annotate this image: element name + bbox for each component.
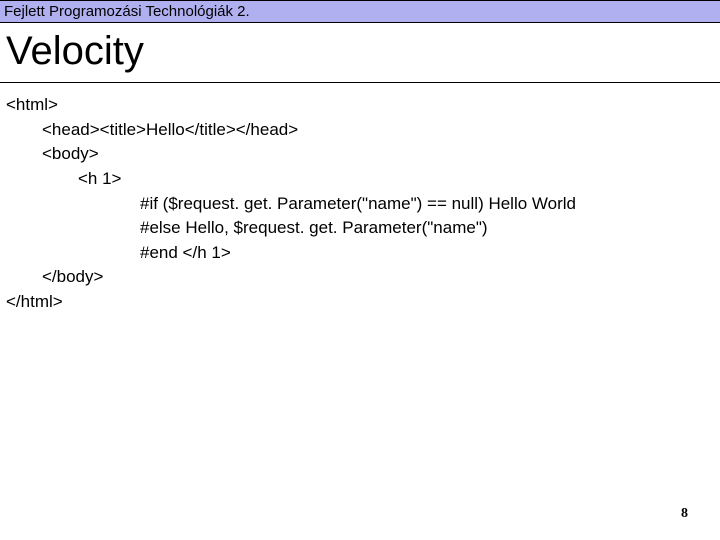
code-line: <h 1> — [6, 167, 714, 192]
code-block: <html> <head><title>Hello</title></head>… — [0, 93, 720, 315]
header-bar: Fejlett Programozási Technológiák 2. — [0, 0, 720, 23]
code-line: #if ($request. get. Parameter("name") ==… — [6, 192, 714, 217]
code-line: #else Hello, $request. get. Parameter("n… — [6, 216, 714, 241]
code-line: </html> — [6, 290, 714, 315]
code-line: <html> — [6, 93, 714, 118]
slide-title: Velocity — [0, 23, 720, 82]
page-number: 8 — [681, 506, 688, 522]
code-line: <body> — [6, 142, 714, 167]
code-line: <head><title>Hello</title></head> — [6, 118, 714, 143]
header-text: Fejlett Programozási Technológiák 2. — [4, 3, 250, 20]
code-line: </body> — [6, 265, 714, 290]
code-line: #end </h 1> — [6, 241, 714, 266]
title-divider — [0, 82, 720, 83]
